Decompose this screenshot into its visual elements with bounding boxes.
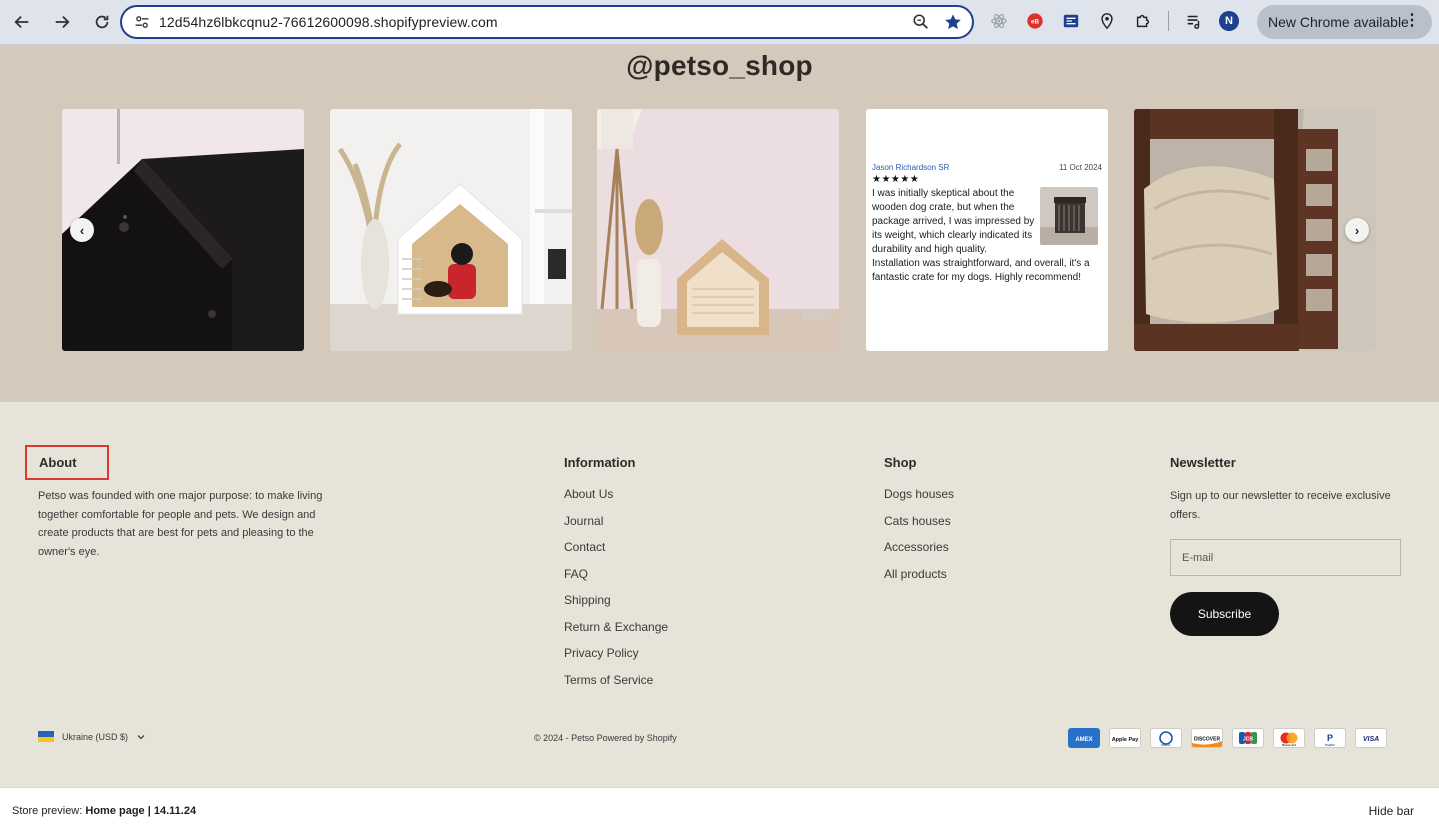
site-settings-icon[interactable]	[132, 12, 152, 32]
instagram-handle[interactable]: @petso_shop	[0, 50, 1439, 82]
copyright-text: © 2024 - Petso Powered by Shopify	[534, 733, 677, 743]
carousel-next-button[interactable]: ›	[1345, 218, 1369, 242]
amex-icon: AMEX	[1068, 728, 1100, 748]
review-body: I was initially skeptical about the wood…	[872, 187, 1102, 285]
chevron-down-icon	[137, 734, 145, 739]
footer-link-accessories[interactable]: Accessories	[884, 540, 954, 567]
preview-label: Store preview: Home page | 14.11.24	[12, 805, 196, 817]
extension-red-icon[interactable]: eB	[1024, 10, 1046, 32]
svg-text:VISA: VISA	[1363, 736, 1379, 743]
black-house-image	[62, 109, 304, 351]
reload-button[interactable]	[84, 4, 120, 40]
react-devtools-icon[interactable]	[988, 10, 1010, 32]
browser-toolbar: 12d54hz6lbkcqnu2-76612600098.shopifyprev…	[0, 0, 1439, 45]
walnut-crate-image	[1134, 109, 1376, 351]
information-title: Information	[564, 455, 636, 470]
footer-link-privacy-policy[interactable]: Privacy Policy	[564, 646, 668, 673]
site-footer: About Petso was founded with one major p…	[0, 402, 1439, 787]
gallery-tile-3[interactable]	[597, 109, 839, 351]
media-queue-icon[interactable]	[1183, 10, 1205, 32]
payment-icons: AMEX Apple Pay Diners DISCOVER JCB Maste…	[1068, 728, 1387, 748]
extension-blue-icon[interactable]	[1060, 10, 1082, 32]
toolbar-divider	[1168, 11, 1169, 31]
paypal-icon: P PayPal	[1314, 728, 1346, 748]
footer-link-about-us[interactable]: About Us	[564, 487, 668, 514]
discover-icon: DISCOVER	[1191, 728, 1223, 748]
svg-text:JCB: JCB	[1243, 737, 1253, 743]
hide-bar-button[interactable]: Hide bar	[1369, 804, 1414, 818]
reviewer-name: Jason Richardson SR	[872, 163, 950, 172]
footer-link-terms-of-service[interactable]: Terms of Service	[564, 673, 668, 700]
svg-text:Diners: Diners	[1161, 743, 1171, 747]
review-card[interactable]: Jason Richardson SR 11 Oct 2024 ★★★★★ I …	[866, 109, 1108, 351]
preview-prefix: Store preview:	[12, 805, 86, 817]
footer-link-contact[interactable]: Contact	[564, 540, 668, 567]
wooden-dog-house-image	[597, 109, 839, 351]
shop-title: Shop	[884, 455, 917, 470]
zoom-icon[interactable]	[912, 13, 930, 31]
review-stars: ★★★★★	[872, 174, 920, 185]
svg-text:eB: eB	[1031, 19, 1040, 26]
arrow-left-icon	[14, 15, 29, 29]
country-selector[interactable]: Ukraine (USD $)	[38, 731, 146, 742]
footer-link-cats-houses[interactable]: Cats houses	[884, 514, 954, 541]
footer-link-dogs-houses[interactable]: Dogs houses	[884, 487, 954, 514]
review-product-image	[1040, 187, 1098, 245]
gallery-tile-1[interactable]	[62, 109, 304, 351]
svg-text:P: P	[1327, 733, 1333, 743]
more-menu-icon[interactable]: ⋮	[1404, 13, 1420, 29]
location-pin-icon[interactable]	[1096, 10, 1118, 32]
store-preview-bar: Store preview: Home page | 14.11.24 Hide…	[0, 787, 1439, 834]
footer-link-return-exchange[interactable]: Return & Exchange	[564, 620, 668, 647]
footer-link-faq[interactable]: FAQ	[564, 567, 668, 594]
svg-text:Mastercard: Mastercard	[1282, 743, 1296, 747]
diners-club-icon: Diners	[1150, 728, 1182, 748]
footer-link-all-products[interactable]: All products	[884, 567, 954, 594]
newsletter-title: Newsletter	[1170, 455, 1236, 470]
about-title: About	[39, 455, 77, 470]
mastercard-icon: Mastercard	[1273, 728, 1305, 748]
country-label: Ukraine (USD $)	[62, 731, 129, 742]
svg-text:PayPal: PayPal	[1325, 743, 1334, 747]
visa-icon: VISA	[1355, 728, 1387, 748]
gallery-tile-5[interactable]	[1134, 109, 1376, 351]
chrome-update-button[interactable]: New Chrome available ⋮	[1257, 5, 1432, 39]
arrow-right-icon	[55, 15, 70, 29]
shop-links: Dogs houses Cats houses Accessories All …	[884, 487, 954, 593]
about-text: Petso was founded with one major purpose…	[38, 490, 323, 558]
url-text[interactable]: 12d54hz6lbkcqnu2-76612600098.shopifyprev…	[159, 14, 498, 30]
review-date: 11 Oct 2024	[1059, 163, 1102, 172]
update-label: New Chrome available	[1268, 14, 1409, 30]
bookmark-star-icon[interactable]	[944, 13, 962, 31]
gallery-tile-2[interactable]	[330, 109, 572, 351]
back-button[interactable]	[4, 4, 40, 40]
jcb-icon: JCB	[1232, 728, 1264, 748]
newsletter-email-input[interactable]	[1170, 539, 1401, 576]
svg-text:Apple Pay: Apple Pay	[1112, 737, 1140, 743]
instagram-gallery: @petso_shop Jason Richardson SR 11 Oct 2…	[0, 45, 1439, 402]
white-dog-house-image	[330, 109, 572, 351]
newsletter-text: Sign up to our newsletter to receive exc…	[1170, 490, 1391, 521]
reload-icon	[95, 15, 109, 29]
profile-avatar[interactable]: N	[1219, 11, 1239, 31]
svg-text:AMEX: AMEX	[1075, 737, 1092, 743]
subscribe-button[interactable]: Subscribe	[1170, 592, 1279, 636]
information-links: About Us Journal Contact FAQ Shipping Re…	[564, 487, 668, 699]
address-bar[interactable]: 12d54hz6lbkcqnu2-76612600098.shopifyprev…	[120, 5, 974, 39]
apple-pay-icon: Apple Pay	[1109, 728, 1141, 748]
footer-link-journal[interactable]: Journal	[564, 514, 668, 541]
forward-button[interactable]	[44, 4, 80, 40]
preview-page: Home page | 14.11.24	[85, 805, 197, 817]
extensions-puzzle-icon[interactable]	[1132, 10, 1154, 32]
svg-text:DISCOVER: DISCOVER	[1194, 737, 1221, 743]
footer-link-shipping[interactable]: Shipping	[564, 593, 668, 620]
carousel-prev-button[interactable]: ‹	[70, 218, 94, 242]
extensions-area: eB N	[988, 10, 1239, 32]
ukraine-flag-icon	[38, 731, 54, 742]
